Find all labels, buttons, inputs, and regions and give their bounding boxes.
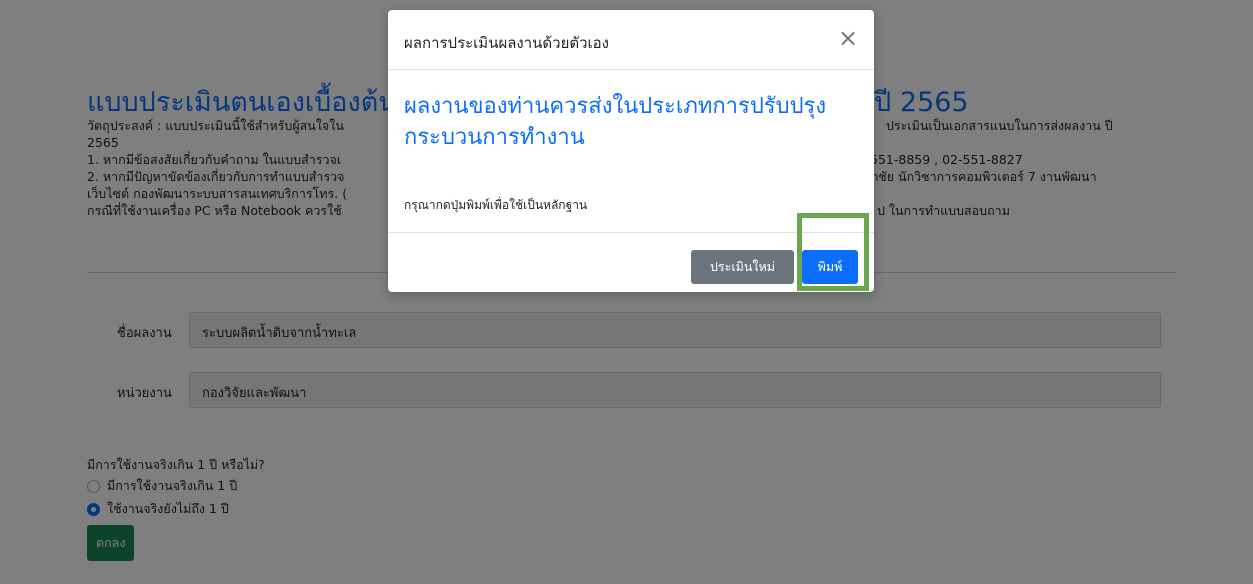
print-button-highlight (797, 213, 869, 291)
modal-header: ผลการประเมินผลงานด้วยตัวเอง × (388, 10, 874, 70)
close-icon[interactable]: × (836, 25, 860, 53)
reassess-button[interactable]: ประเมินใหม่ (691, 250, 794, 284)
result-heading: ผลงานของท่านควรส่งในประเภทการปรับปรุงกระ… (404, 94, 827, 150)
result-note: กรุณากดปุ่มพิมพ์เพื่อใช้เป็นหลักฐาน (404, 198, 588, 212)
modal-body: ผลงานของท่านควรส่งในประเภทการปรับปรุงกระ… (388, 71, 874, 233)
modal-title: ผลการประเมินผลงานด้วยตัวเอง (404, 34, 610, 52)
